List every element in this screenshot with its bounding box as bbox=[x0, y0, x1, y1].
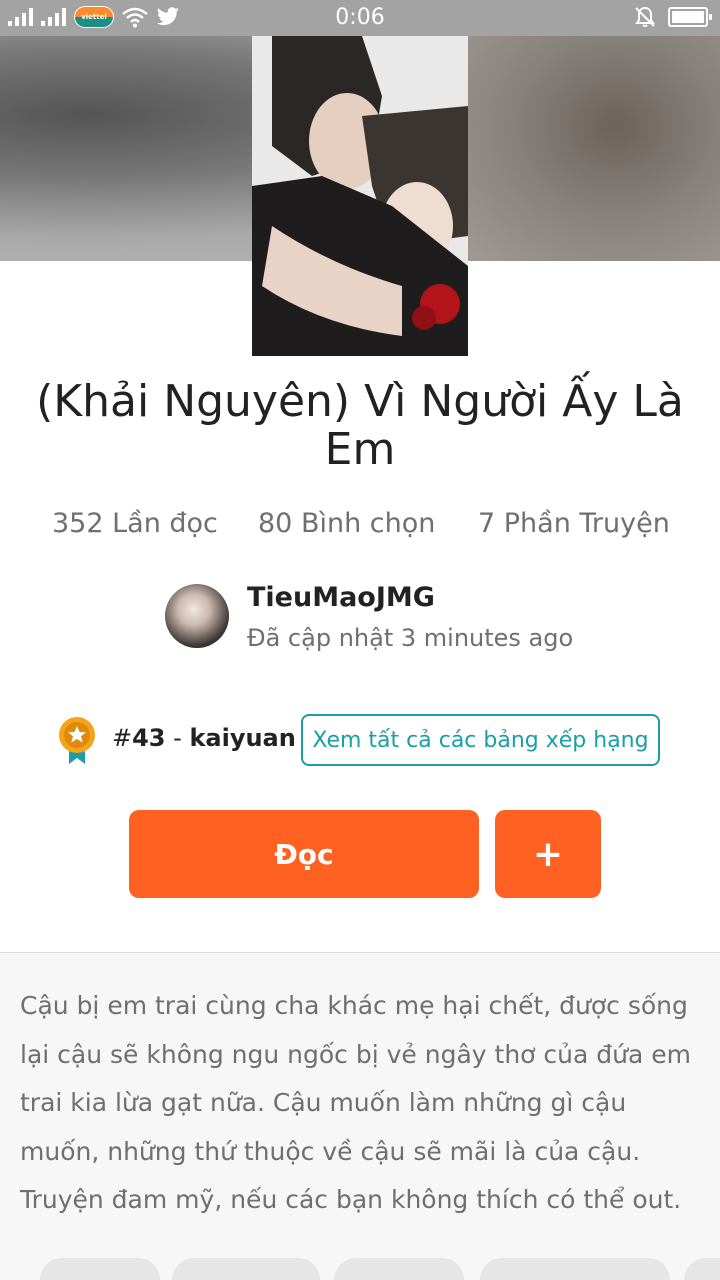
tag-chip[interactable] bbox=[172, 1258, 320, 1280]
tag-chip[interactable] bbox=[480, 1258, 670, 1280]
status-right-icons bbox=[634, 6, 712, 28]
tag-chip[interactable] bbox=[40, 1258, 160, 1280]
tag-chip[interactable] bbox=[334, 1258, 464, 1280]
medal-icon bbox=[59, 717, 95, 764]
last-updated: Đã cập nhật 3 minutes ago bbox=[247, 624, 574, 652]
parts-count: 7 Phần Truyện bbox=[478, 508, 670, 539]
battery-level bbox=[672, 11, 704, 23]
story-stats: 352 Lần đọc 80 Bình chọn 7 Phần Truyện bbox=[0, 508, 720, 548]
votes-count: 80 Bình chọn bbox=[258, 508, 436, 539]
ranking-row: #43 - kaiyuan Xem tất cả các bảng xếp hạ… bbox=[58, 714, 678, 768]
status-bar: viettel 0:06 bbox=[0, 0, 720, 36]
author-name[interactable]: TieuMaoJMG bbox=[247, 582, 435, 613]
story-cover-image[interactable] bbox=[252, 36, 468, 356]
avatar[interactable] bbox=[165, 584, 229, 648]
add-to-library-button[interactable]: + bbox=[495, 810, 601, 898]
story-title: (Khải Nguyên) Vì Người Ấy Là Em bbox=[36, 376, 684, 475]
silent-bell-icon bbox=[635, 6, 655, 27]
view-all-rankings-button[interactable]: Xem tất cả các bảng xếp hạng bbox=[301, 714, 660, 766]
read-button[interactable]: Đọc bbox=[129, 810, 479, 898]
story-description: Cậu bị em trai cùng cha khác mẹ hại chết… bbox=[20, 991, 691, 1214]
tag-chip[interactable] bbox=[684, 1258, 720, 1280]
status-time: 0:06 bbox=[335, 5, 385, 30]
ranking-text: #43 - kaiyuan bbox=[112, 724, 296, 752]
author-block[interactable]: TieuMaoJMG Đã cập nhật 3 minutes ago bbox=[165, 582, 665, 652]
tag-list bbox=[0, 1258, 720, 1280]
battery-icon bbox=[668, 7, 712, 27]
rank-number: 43 bbox=[132, 724, 166, 752]
rank-tag: kaiyuan bbox=[189, 724, 296, 752]
reads-count: 352 Lần đọc bbox=[52, 508, 218, 539]
